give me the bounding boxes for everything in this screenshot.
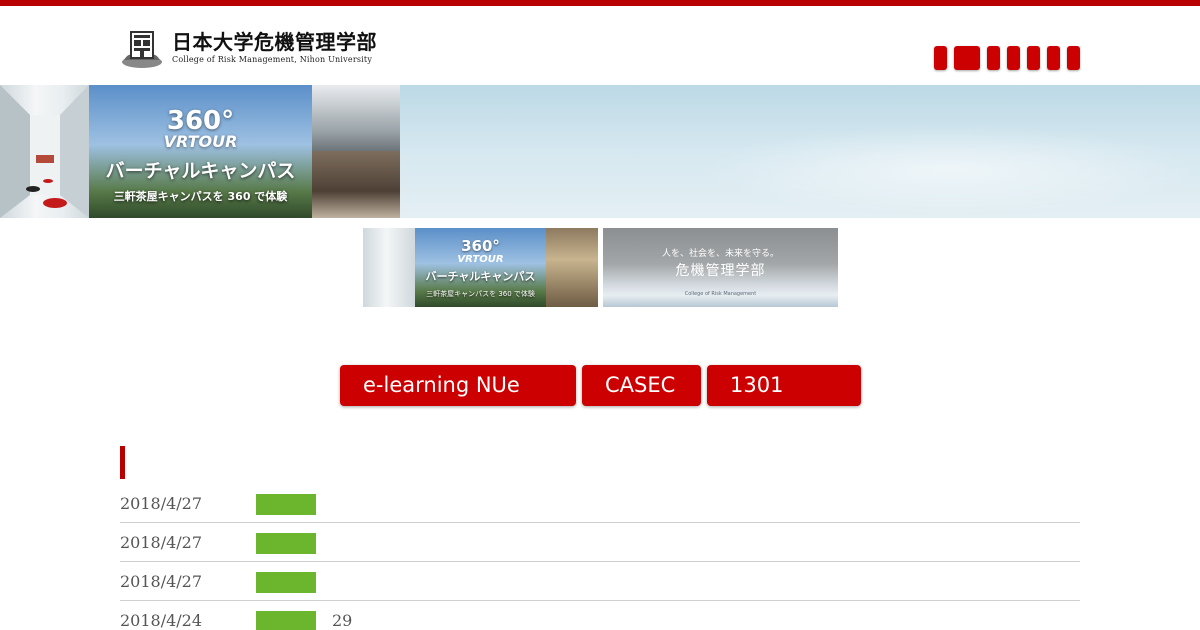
vr-360-badge: 360°	[166, 106, 235, 136]
vr-banner-caption: 三軒茶屋キャンパスを 360 で体験	[113, 190, 288, 203]
thumbnail-vr-tour[interactable]: 360° VRTOUR バーチャルキャンパス 三軒茶屋キャンパスを 360 で体…	[363, 228, 598, 307]
site-header: 日本大学危機管理学部 College of Risk Management, N…	[0, 6, 1200, 85]
news-category-badge	[256, 572, 316, 593]
lounge-photo	[312, 85, 400, 151]
news-title[interactable]: 29	[332, 611, 352, 630]
news-date: 2018/4/27	[120, 533, 203, 552]
thumb-faculty-subtitle: College of Risk Management	[684, 291, 757, 297]
news-category-badge	[256, 611, 316, 630]
casec-link-button[interactable]: CASEC	[582, 365, 701, 406]
thumb-vr-caption: 三軒茶屋キャンパスを 360 で体験	[426, 290, 535, 298]
news-date: 2018/4/27	[120, 494, 203, 513]
hallway-photo	[0, 85, 89, 218]
news-item[interactable]: 2018/4/24 29	[120, 601, 1080, 630]
interior-photos	[312, 85, 400, 218]
news-item[interactable]: 2018/4/27	[120, 484, 1080, 523]
thumbnail-faculty[interactable]: 人を、社会を、未来を守る。 危機管理学部 College of Risk Man…	[603, 228, 838, 307]
news-date: 2018/4/24	[120, 611, 203, 630]
room-1301-link-button[interactable]: 1301	[707, 365, 861, 406]
vr-tour-label: VRTOUR	[163, 132, 238, 151]
nav-item-6[interactable]	[1047, 46, 1060, 70]
banner-thumbnails: 360° VRTOUR バーチャルキャンパス 三軒茶屋キャンパスを 360 で体…	[363, 228, 838, 307]
elearning-link-button[interactable]: e-learning NUe	[340, 365, 576, 406]
hallway-illustration	[0, 85, 89, 218]
thumb-vr-title: バーチャルキャンパス	[425, 270, 536, 283]
nav-item-5[interactable]	[1027, 46, 1040, 70]
thumb-campus-photo: 360° VRTOUR バーチャルキャンパス 三軒茶屋キャンパスを 360 で体…	[415, 228, 546, 307]
vr-banner-title: バーチャルキャンパス	[105, 160, 296, 182]
news-list: 2018/4/27 2018/4/27 2018/4/27 2018/4/24 …	[120, 484, 1080, 630]
thumb-360-badge: 360°	[461, 237, 500, 255]
nav-item-7[interactable]	[1067, 46, 1080, 70]
campus-exterior-photo: 360° VRTOUR バーチャルキャンパス 三軒茶屋キャンパスを 360 で体…	[89, 85, 312, 218]
site-logo[interactable]: 日本大学危機管理学部 College of Risk Management, N…	[120, 24, 390, 72]
thumb-faculty-title: 危機管理学部	[675, 263, 766, 279]
news-section-marker	[120, 446, 125, 479]
nav-item-3[interactable]	[987, 46, 1000, 70]
hero-slider: 360° VRTOUR バーチャルキャンパス 三軒茶屋キャンパスを 360 で体…	[0, 85, 1200, 218]
nav-item-1[interactable]	[934, 46, 947, 70]
news-date: 2018/4/27	[120, 572, 203, 591]
thumb-tour-label: VRTOUR	[457, 254, 504, 265]
logo-title: 日本大学危機管理学部	[172, 30, 377, 54]
thumb-hallway-photo	[363, 228, 415, 307]
global-nav	[934, 46, 1080, 70]
library-photo	[312, 151, 400, 218]
quick-links: e-learning NUe CASEC 1301	[340, 365, 861, 406]
news-category-badge	[256, 533, 316, 554]
vr-tour-banner[interactable]: 360° VRTOUR バーチャルキャンパス 三軒茶屋キャンパスを 360 で体…	[0, 85, 400, 218]
thumb-lecture-hall-photo	[546, 228, 598, 307]
hero-sky-background	[700, 125, 1200, 215]
university-crest-icon	[122, 31, 162, 68]
thumb-faculty-tagline: 人を、社会を、未来を守る。	[661, 249, 779, 259]
nav-item-4[interactable]	[1007, 46, 1020, 70]
nav-item-2[interactable]	[954, 46, 980, 70]
news-item[interactable]: 2018/4/27	[120, 523, 1080, 562]
logo-subtitle: College of Risk Management, Nihon Univer…	[172, 55, 373, 64]
news-category-badge	[256, 494, 316, 515]
news-item[interactable]: 2018/4/27	[120, 562, 1080, 601]
